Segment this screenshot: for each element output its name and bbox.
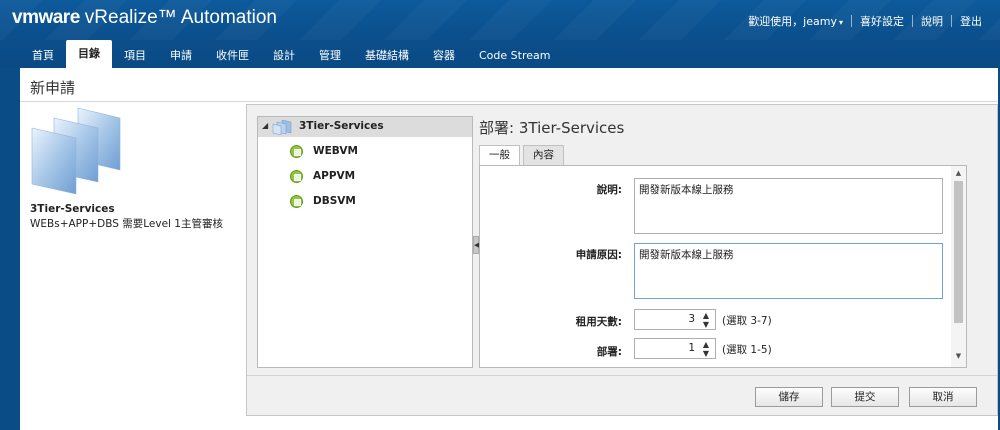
page-content: 新申請 3Tier-Services WEBs+APP+DBS 需要Level … <box>20 68 998 430</box>
lease-days-label: 租用天數: <box>575 316 622 328</box>
catalog-item-icon <box>31 107 121 195</box>
help-link[interactable]: 說明 <box>913 13 951 29</box>
lease-days-stepper[interactable]: 3 ▲ ▼ <box>634 309 716 330</box>
tree-node-dbsvm[interactable]: DBSVM <box>290 192 356 210</box>
lease-days-range: (選取 3-7) <box>722 315 772 327</box>
tab-general[interactable]: 一般 <box>479 145 520 166</box>
scroll-up-icon[interactable]: ▲ <box>951 169 966 179</box>
tab-code-stream[interactable]: Code Stream <box>467 44 562 68</box>
description-label: 說明: <box>596 184 622 196</box>
request-form-panel: ◢ 3Tier-Services WEBVM APPVM DBSVM ◀ 部署:… <box>246 104 998 416</box>
stepper-arrows-icon[interactable]: ▲ ▼ <box>700 311 712 329</box>
tab-home[interactable]: 首頁 <box>20 44 66 68</box>
tab-catalog[interactable]: 目錄 <box>66 40 112 68</box>
reason-field[interactable]: 開發新版本線上服務 <box>634 243 943 299</box>
catalog-item-name: 3Tier-Services <box>30 203 115 215</box>
save-button[interactable]: 儲存 <box>755 387 823 407</box>
user-welcome: 歡迎使用，jeamy <box>748 15 837 28</box>
tab-containers[interactable]: 容器 <box>421 44 467 68</box>
main-tabs: 首頁 目錄 項目 申請 收件匣 設計 管理 基礎結構 容器 Code Strea… <box>20 40 562 68</box>
detail-tabs: 一般 內容 <box>479 145 567 166</box>
title-divider <box>20 101 998 102</box>
tab-requests[interactable]: 申請 <box>158 44 204 68</box>
app-header: vmware vRealize™ Automation 歡迎使用，jeamy ▾ 喜… <box>0 0 1000 68</box>
vm-status-icon <box>290 169 303 183</box>
component-tree: ◢ 3Tier-Services WEBVM APPVM DBSVM <box>257 116 473 368</box>
tab-properties[interactable]: 內容 <box>523 145 564 165</box>
tab-items[interactable]: 項目 <box>112 44 158 68</box>
stepper-arrows-icon[interactable]: ▲ ▼ <box>700 340 712 358</box>
deployments-label: 部署: <box>596 346 622 358</box>
tree-node-label: APPVM <box>313 170 356 182</box>
scroll-down-icon[interactable]: ▼ <box>951 352 966 362</box>
submit-button[interactable]: 提交 <box>831 387 899 407</box>
tree-node-appvm[interactable]: APPVM <box>290 167 355 185</box>
top-nav: 歡迎使用，jeamy ▾ 喜好設定 說明 登出 <box>740 13 990 29</box>
reason-label: 申請原因: <box>575 249 622 261</box>
vm-status-icon <box>290 144 303 158</box>
tab-infrastructure[interactable]: 基礎結構 <box>353 44 421 68</box>
deployment-title: 部署: 3Tier-Services <box>479 119 625 137</box>
caret-down-icon: ▾ <box>838 18 843 27</box>
scrollbar-thumb[interactable] <box>954 181 963 323</box>
cancel-button[interactable]: 取消 <box>909 387 977 407</box>
collapse-arrow-icon[interactable]: ◢ <box>262 121 268 130</box>
blueprint-icon <box>272 119 292 135</box>
page-title: 新申請 <box>30 79 76 97</box>
footer-divider <box>247 375 997 376</box>
deployments-value: 1 <box>688 342 695 354</box>
tab-administration[interactable]: 管理 <box>307 44 353 68</box>
preferences-link[interactable]: 喜好設定 <box>852 13 912 29</box>
product-name: vRealize™ Automation <box>84 7 277 28</box>
tab-inbox[interactable]: 收件匣 <box>204 44 261 68</box>
tree-node-label: DBSVM <box>313 195 356 207</box>
vmware-logo[interactable]: vmware vRealize™ Automation <box>12 7 277 29</box>
tree-root-node[interactable]: ◢ 3Tier-Services <box>258 117 472 137</box>
brand-name: vmware <box>12 7 80 28</box>
tree-node-webvm[interactable]: WEBVM <box>290 142 358 160</box>
logout-link[interactable]: 登出 <box>952 13 990 29</box>
user-menu[interactable]: 歡迎使用，jeamy ▾ <box>740 13 851 29</box>
vm-status-icon <box>290 194 303 208</box>
description-field[interactable]: 開發新版本線上服務 <box>634 178 943 234</box>
deployments-range: (選取 1-5) <box>722 344 772 356</box>
form-scrollbar[interactable]: ▲ ▼ <box>951 166 966 367</box>
catalog-item-description: WEBs+APP+DBS 需要Level 1主管審核 <box>30 218 223 230</box>
deployments-stepper[interactable]: 1 ▲ ▼ <box>634 338 716 359</box>
general-form: 說明: 開發新版本線上服務 申請原因: 開發新版本線上服務 租用天數: 3 ▲ ▼… <box>479 165 967 368</box>
lease-days-value: 3 <box>688 313 695 325</box>
tree-node-label: WEBVM <box>313 145 358 157</box>
tree-root-label: 3Tier-Services <box>299 120 384 132</box>
tab-design[interactable]: 設計 <box>261 44 307 68</box>
